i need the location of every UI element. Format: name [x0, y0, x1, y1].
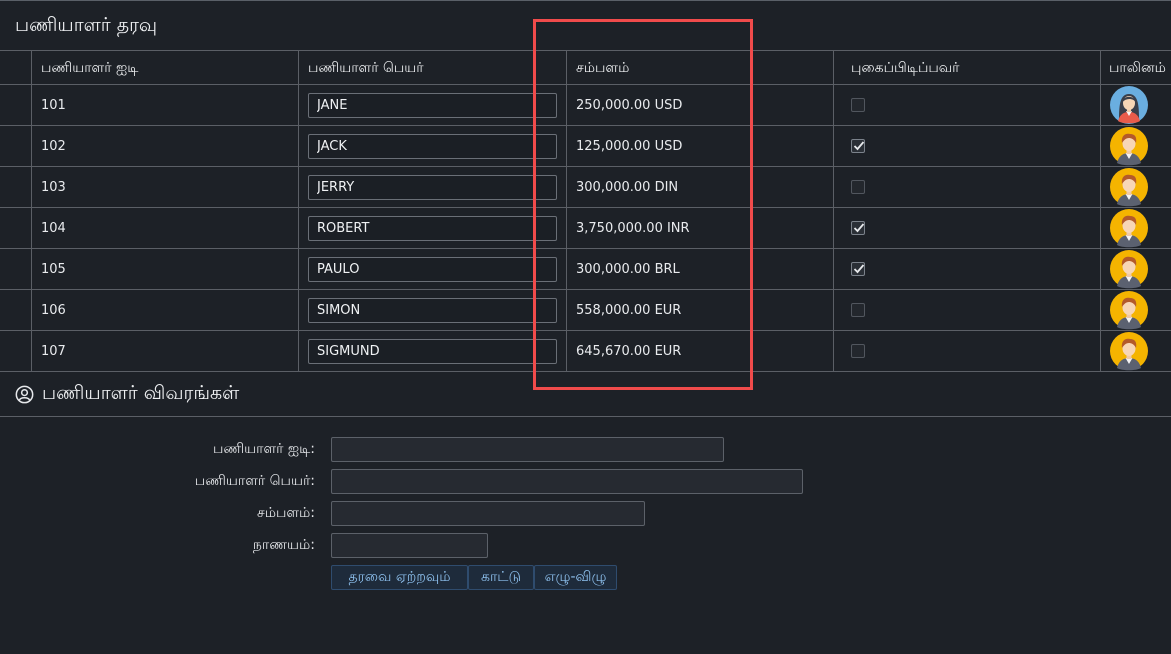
- employee-id-field[interactable]: [331, 437, 724, 462]
- label-salary: சம்பளம்:: [256, 505, 315, 521]
- label-employee-id: பணியாளர் ஐடி:: [212, 441, 315, 457]
- user-circle-icon: [15, 385, 34, 404]
- app-window: பணியாளர் தரவு பணியாளர் ஐடி பணியாளர் பெயர…: [0, 0, 1171, 654]
- smoker-cell: [833, 126, 1100, 166]
- employee-name-input[interactable]: [308, 256, 557, 282]
- gender-cell: [1100, 167, 1171, 207]
- table-row[interactable]: 106 558,000.00 EUR: [0, 290, 1171, 331]
- smoker-cell: [833, 85, 1100, 125]
- table-row[interactable]: 103 300,000.00 DIN: [0, 167, 1171, 208]
- smoker-cell: [833, 249, 1100, 289]
- row-selector[interactable]: [0, 208, 32, 248]
- gender-cell: [1100, 290, 1171, 330]
- male-avatar-icon: [1109, 208, 1149, 248]
- table-row[interactable]: 105 300,000.00 BRL: [0, 249, 1171, 290]
- table-header-row: பணியாளர் ஐடி பணியாளர் பெயர் சம்பளம் புகை…: [0, 51, 1171, 85]
- employee-name-input[interactable]: [308, 174, 557, 200]
- employee-name-cell: [298, 167, 566, 207]
- employee-id-cell: 105: [31, 249, 298, 289]
- employee-id-cell: 103: [31, 167, 298, 207]
- employee-name-input[interactable]: [308, 92, 557, 118]
- employee-table: பணியாளர் ஐடி பணியாளர் பெயர் சம்பளம் புகை…: [0, 50, 1171, 372]
- salary-field[interactable]: [331, 501, 645, 526]
- smoker-checkbox[interactable]: [851, 98, 865, 112]
- column-header-salary[interactable]: சம்பளம்: [566, 51, 833, 84]
- panel-title: பணியாளர் தரவு: [15, 14, 158, 36]
- employee-id-cell: 101: [31, 85, 298, 125]
- details-divider: [0, 416, 1171, 417]
- employee-id-cell: 107: [31, 331, 298, 371]
- smoker-checkbox[interactable]: [851, 180, 865, 194]
- salary-cell: 125,000.00 USD: [566, 126, 833, 166]
- column-header-smoker[interactable]: புகைப்பிடிப்பவர்: [833, 51, 1100, 84]
- smoker-cell: [833, 167, 1100, 207]
- salary-cell: 558,000.00 EUR: [566, 290, 833, 330]
- male-avatar-icon: [1109, 167, 1149, 207]
- employee-name-cell: [298, 126, 566, 166]
- gender-cell: [1100, 331, 1171, 371]
- show-button[interactable]: காட்டு: [468, 565, 534, 590]
- top-border: [0, 0, 1171, 1]
- salary-cell: 300,000.00 DIN: [566, 167, 833, 207]
- table-row[interactable]: 102 125,000.00 USD: [0, 126, 1171, 167]
- employee-name-field[interactable]: [331, 469, 803, 494]
- employee-name-input[interactable]: [308, 338, 557, 364]
- salary-cell: 3,750,000.00 INR: [566, 208, 833, 248]
- smoker-cell: [833, 290, 1100, 330]
- checkmark-icon: [853, 141, 865, 151]
- gender-cell: [1100, 126, 1171, 166]
- employee-name-input[interactable]: [308, 133, 557, 159]
- row-selector[interactable]: [0, 126, 32, 166]
- row-selector[interactable]: [0, 331, 32, 371]
- toggle-button[interactable]: எழு-விழு: [534, 565, 617, 590]
- male-avatar-icon: [1109, 249, 1149, 289]
- table-row[interactable]: 107 645,670.00 EUR: [0, 331, 1171, 372]
- details-title: பணியாளர் விவரங்கள்: [15, 382, 239, 407]
- employee-id-cell: 106: [31, 290, 298, 330]
- row-selector[interactable]: [0, 85, 32, 125]
- employee-name-cell: [298, 249, 566, 289]
- column-header-gender[interactable]: பாலினம்: [1100, 51, 1171, 84]
- smoker-checkbox[interactable]: [851, 262, 865, 276]
- row-selector[interactable]: [0, 290, 32, 330]
- salary-cell: 645,670.00 EUR: [566, 331, 833, 371]
- checkmark-icon: [853, 223, 865, 233]
- smoker-cell: [833, 331, 1100, 371]
- female-avatar-icon: [1109, 85, 1149, 125]
- gender-cell: [1100, 249, 1171, 289]
- row-selector-header: [0, 51, 32, 84]
- checkmark-icon: [853, 264, 865, 274]
- label-currency: நாணயம்:: [252, 537, 315, 553]
- row-selector[interactable]: [0, 167, 32, 207]
- employee-name-cell: [298, 208, 566, 248]
- employee-name-cell: [298, 290, 566, 330]
- table-row[interactable]: 101 250,000.00 USD: [0, 85, 1171, 126]
- salary-cell: 250,000.00 USD: [566, 85, 833, 125]
- employee-name-input[interactable]: [308, 215, 557, 241]
- row-selector[interactable]: [0, 249, 32, 289]
- male-avatar-icon: [1109, 290, 1149, 330]
- table-row[interactable]: 104 3,750,000.00 INR: [0, 208, 1171, 249]
- smoker-checkbox[interactable]: [851, 303, 865, 317]
- details-title-text: பணியாளர் விவரங்கள்: [42, 382, 240, 404]
- column-header-id[interactable]: பணியாளர் ஐடி: [31, 51, 298, 84]
- salary-cell: 300,000.00 BRL: [566, 249, 833, 289]
- gender-cell: [1100, 85, 1171, 125]
- male-avatar-icon: [1109, 126, 1149, 166]
- employee-name-input[interactable]: [308, 297, 557, 323]
- employee-id-cell: 104: [31, 208, 298, 248]
- smoker-cell: [833, 208, 1100, 248]
- male-avatar-icon: [1109, 331, 1149, 371]
- label-employee-name: பணியாளர் பெயர்:: [194, 473, 315, 489]
- load-data-button[interactable]: தரவை ஏற்றவும்: [331, 565, 468, 590]
- employee-name-cell: [298, 331, 566, 371]
- column-header-name[interactable]: பணியாளர் பெயர்: [298, 51, 566, 84]
- smoker-checkbox[interactable]: [851, 344, 865, 358]
- smoker-checkbox[interactable]: [851, 221, 865, 235]
- smoker-checkbox[interactable]: [851, 139, 865, 153]
- gender-cell: [1100, 208, 1171, 248]
- currency-field[interactable]: [331, 533, 488, 558]
- employee-name-cell: [298, 85, 566, 125]
- employee-id-cell: 102: [31, 126, 298, 166]
